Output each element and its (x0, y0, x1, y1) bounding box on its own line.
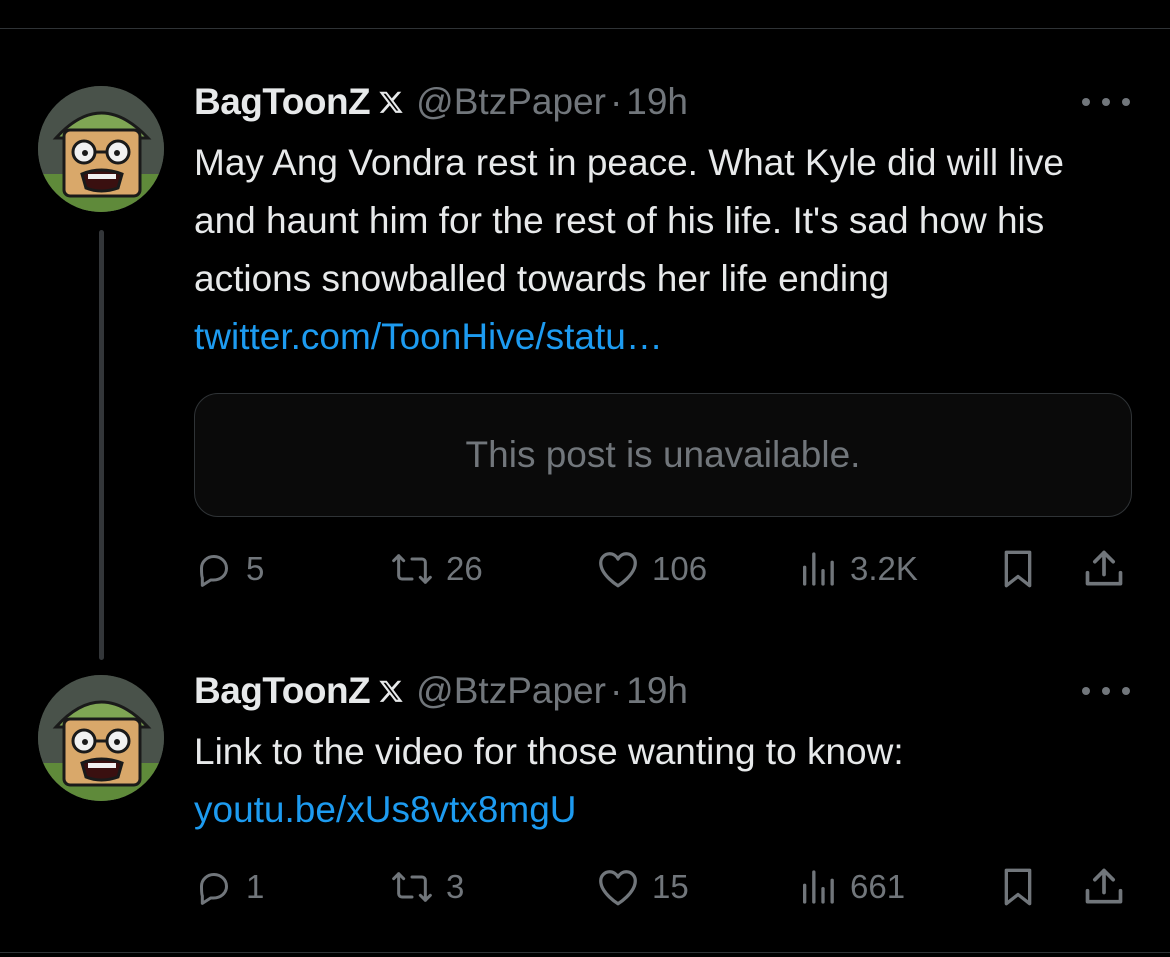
avatar[interactable] (38, 86, 164, 212)
top-divider (0, 28, 1170, 29)
reply-count: 5 (246, 550, 265, 587)
user-handle[interactable]: @BtzPaper (416, 80, 606, 124)
like-count: 106 (652, 550, 708, 587)
post-actions: 5 26 106 3.2K (194, 544, 1134, 594)
views-button[interactable]: 661 (798, 862, 905, 912)
heart-icon (599, 870, 637, 906)
display-name[interactable]: BagToonZ (194, 80, 371, 124)
timestamp[interactable]: 19h (626, 80, 688, 124)
views-count: 661 (850, 868, 906, 905)
unavailable-message: This post is unavailable. (465, 434, 861, 475)
post-header: BagToonZ @BtzPaper · 19h (194, 669, 688, 713)
repost-icon (392, 554, 432, 584)
like-button[interactable]: 15 (596, 862, 689, 912)
separator-dot: · (609, 81, 623, 122)
thread-connector-line (99, 230, 104, 660)
more-options-icon[interactable] (1082, 681, 1130, 701)
reply-count: 1 (246, 868, 265, 905)
x-logo-icon (378, 678, 404, 704)
repost-count: 3 (446, 868, 465, 905)
heart-icon (599, 552, 637, 588)
post-header: BagToonZ @BtzPaper · 19h (194, 80, 688, 124)
post-link[interactable]: twitter.com/ToonHive/statu… (194, 316, 663, 357)
share-button[interactable] (1082, 544, 1126, 594)
reply-button[interactable]: 1 (194, 862, 264, 912)
share-icon (1085, 550, 1123, 586)
reply-button[interactable]: 5 (194, 544, 264, 594)
reply-icon (200, 873, 228, 905)
bottom-divider (0, 952, 1170, 953)
post-link[interactable]: youtu.be/xUs8vtx8mgU (194, 789, 577, 830)
share-icon (1085, 868, 1123, 904)
separator-dot: · (609, 670, 623, 711)
post-actions: 1 3 15 661 (194, 862, 1134, 912)
bookmark-button[interactable] (998, 862, 1038, 912)
repost-icon (392, 872, 432, 902)
x-logo-icon (378, 89, 404, 115)
quoted-post-unavailable: This post is unavailable. (194, 393, 1132, 517)
analytics-icon (803, 552, 834, 586)
bookmark-icon (1004, 868, 1032, 906)
repost-button[interactable]: 26 (390, 544, 483, 594)
repost-count: 26 (446, 550, 483, 587)
views-button[interactable]: 3.2K (798, 544, 918, 594)
views-count: 3.2K (850, 550, 918, 587)
display-name[interactable]: BagToonZ (194, 669, 371, 713)
like-button[interactable]: 106 (596, 544, 707, 594)
post-text: May Ang Vondra rest in peace. What Kyle … (194, 134, 1124, 366)
like-count: 15 (652, 868, 689, 905)
user-handle[interactable]: @BtzPaper (416, 669, 606, 713)
bookmark-icon (1004, 550, 1032, 588)
share-button[interactable] (1082, 862, 1126, 912)
bookmark-button[interactable] (998, 544, 1038, 594)
post-body: May Ang Vondra rest in peace. What Kyle … (194, 142, 1064, 299)
repost-button[interactable]: 3 (390, 862, 464, 912)
analytics-icon (803, 870, 834, 904)
post-text: Link to the video for those wanting to k… (194, 723, 1094, 839)
timestamp[interactable]: 19h (626, 669, 688, 713)
reply-icon (200, 555, 228, 587)
avatar[interactable] (38, 675, 164, 801)
post-body: Link to the video for those wanting to k… (194, 731, 904, 772)
more-options-icon[interactable] (1082, 92, 1130, 112)
